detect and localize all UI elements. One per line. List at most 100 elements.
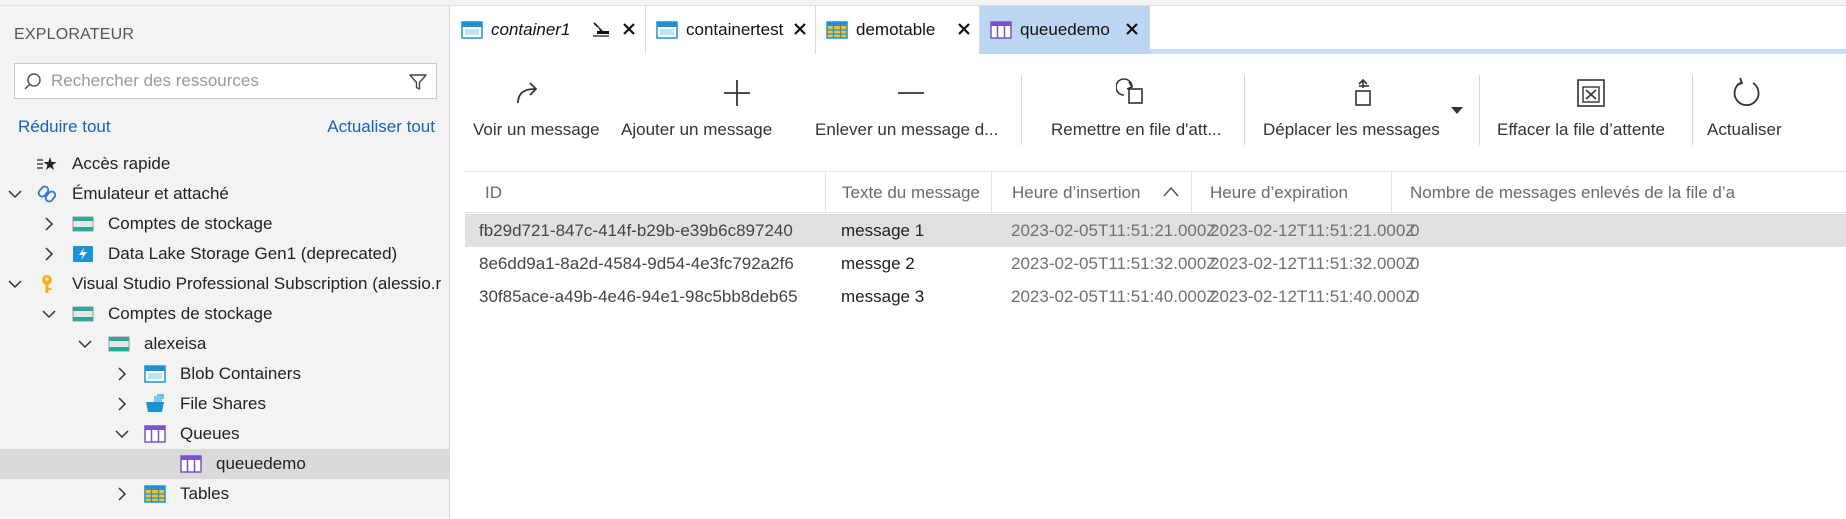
- chevron-down-icon[interactable]: [113, 425, 131, 443]
- tab-label: container1: [491, 20, 571, 39]
- chevron-right-icon[interactable]: [113, 485, 131, 503]
- tree-item-queues[interactable]: Queues: [0, 419, 449, 449]
- resource-search[interactable]: [14, 63, 437, 99]
- tree-item-storage-accounts[interactable]: Comptes de stockage: [0, 209, 449, 239]
- chevron-down-icon[interactable]: [6, 275, 24, 293]
- column-header-insertion-time[interactable]: Heure d’insertion: [992, 172, 1192, 213]
- tree-item-subscription[interactable]: Visual Studio Professional Subscription …: [0, 269, 449, 299]
- chevron-right-icon[interactable]: [113, 395, 131, 413]
- tree-item-emulator-attached[interactable]: Émulateur et attaché: [0, 179, 449, 209]
- clear-queue-button[interactable]: Effacer la file d’attente: [1497, 59, 1677, 157]
- table-icon: [826, 21, 848, 39]
- toolbar-separator: [1479, 75, 1480, 145]
- chevron-right-icon[interactable]: [40, 215, 58, 233]
- button-label: Actualiser: [1707, 120, 1782, 139]
- tree-item-label: Queues: [180, 424, 240, 443]
- column-label: Heure d’insertion: [1012, 183, 1141, 202]
- tree-item-label: Comptes de stockage: [108, 304, 273, 323]
- add-message-button[interactable]: Ajouter un message: [621, 59, 791, 157]
- search-input[interactable]: [51, 70, 391, 92]
- cell-id: fb29d721-847c-414f-b29b-e39b6c897240: [479, 221, 793, 240]
- tree-item-file-shares[interactable]: File Shares: [0, 389, 449, 419]
- column-header-id[interactable]: ID: [465, 172, 826, 213]
- pin-icon[interactable]: [591, 21, 611, 39]
- tree-item-account-alexeisa[interactable]: alexeisa: [0, 329, 449, 359]
- tree-item-label: File Shares: [180, 394, 266, 413]
- tab-demotable[interactable]: demotable: [816, 6, 980, 54]
- tree-item-label: Tables: [180, 484, 230, 503]
- collapse-all-link[interactable]: Réduire tout: [18, 117, 111, 137]
- tree-item-label: queuedemo: [216, 454, 306, 473]
- dropdown-arrow-icon[interactable]: [1451, 107, 1463, 115]
- table-row[interactable]: 8e6dd9a1-8a2d-4584-9d54-4e3fc792a2f6 mes…: [465, 247, 1846, 280]
- column-label: ID: [485, 183, 502, 202]
- refresh-button[interactable]: Actualiser: [1707, 59, 1807, 157]
- minus-icon: [898, 92, 924, 94]
- cell-dequeue-count: 0: [1410, 254, 1420, 273]
- quick-access-icon: [37, 157, 57, 170]
- cell-expiration-time: 2023-02-12T11:51:21.000Z: [1210, 221, 1416, 240]
- key-icon: [42, 275, 52, 293]
- chevron-right-icon[interactable]: [113, 365, 131, 383]
- move-messages-button[interactable]: Déplacer les messages: [1263, 59, 1463, 157]
- storage-accounts-icon: [72, 306, 94, 322]
- button-label: Ajouter un message: [621, 120, 773, 139]
- tree-item-tables[interactable]: Tables: [0, 479, 449, 509]
- tree-item-storage-accounts[interactable]: Comptes de stockage: [0, 299, 449, 329]
- chevron-down-icon[interactable]: [6, 185, 24, 203]
- tab-queuedemo[interactable]: queuedemo: [980, 6, 1150, 54]
- tree-item-label: Comptes de stockage: [108, 214, 273, 233]
- tree-item-blob-containers[interactable]: Blob Containers: [0, 359, 449, 389]
- chevron-down-icon[interactable]: [76, 335, 94, 353]
- move-icon: [1355, 78, 1371, 106]
- refresh-icon: [1733, 77, 1760, 107]
- blob-container-icon: [461, 21, 483, 39]
- queue-toolbar: Voir un message Ajouter un message Enlev…: [451, 59, 1846, 157]
- filter-icon[interactable]: [408, 72, 428, 92]
- tab-label: demotable: [856, 20, 936, 39]
- share-arrow-icon: [517, 82, 538, 104]
- close-icon[interactable]: [956, 21, 972, 37]
- tree-item-label: alexeisa: [144, 334, 207, 353]
- cell-dequeue-count: 0: [1410, 221, 1420, 240]
- column-label: Texte du message: [842, 183, 980, 202]
- blob-container-icon: [656, 21, 678, 39]
- tab-label: containertest: [686, 20, 784, 39]
- close-icon[interactable]: [1124, 21, 1140, 37]
- view-message-button[interactable]: Voir un message: [451, 59, 601, 157]
- cell-message-text: messge 2: [841, 254, 915, 273]
- tree-item-label: Visual Studio Professional Subscription …: [72, 274, 442, 293]
- button-label: Voir un message: [473, 120, 600, 139]
- cell-id: 30f85ace-a49b-4e46-94e1-98c5bb8deb65: [479, 287, 798, 306]
- chevron-right-icon[interactable]: [40, 245, 58, 263]
- column-header-dequeue-count[interactable]: Nombre de messages enlevés de la file d’…: [1392, 172, 1846, 213]
- tree-item-label: Accès rapide: [72, 154, 171, 173]
- cell-expiration-time: 2023-02-12T11:51:40.000Z: [1210, 287, 1416, 306]
- remove-message-button[interactable]: Enlever un message d...: [815, 59, 998, 157]
- refresh-all-link[interactable]: Actualiser tout: [327, 117, 435, 137]
- storage-explorer-window: EXPLORATEUR Réduire tout Actualiser tout…: [0, 0, 1846, 519]
- tree-item-quick-access[interactable]: Accès rapide: [0, 149, 449, 179]
- tab-container1[interactable]: container1: [451, 6, 646, 54]
- close-icon[interactable]: [792, 21, 808, 37]
- queue-icon: [180, 455, 202, 473]
- column-header-expiration-time[interactable]: Heure d’expiration: [1192, 172, 1392, 213]
- plus-icon: [724, 80, 750, 106]
- queues-icon: [144, 425, 166, 443]
- data-lake-icon: [73, 246, 93, 262]
- column-header-message-text[interactable]: Texte du message: [826, 172, 992, 213]
- sort-ascending-icon[interactable]: [1162, 185, 1180, 199]
- blob-containers-icon: [144, 365, 166, 383]
- tree-item-data-lake[interactable]: Data Lake Storage Gen1 (deprecated): [0, 239, 449, 269]
- close-icon[interactable]: [621, 21, 637, 37]
- table-header: ID Texte du message Heure d’insertion He…: [465, 171, 1846, 213]
- chevron-down-icon[interactable]: [40, 305, 58, 323]
- tab-containertest[interactable]: containertest: [646, 6, 816, 54]
- table-row[interactable]: 30f85ace-a49b-4e46-94e1-98c5bb8deb65 mes…: [465, 280, 1846, 313]
- requeue-button[interactable]: Remettre en file d'att...: [1041, 59, 1231, 157]
- cell-id: 8e6dd9a1-8a2d-4584-9d54-4e3fc792a2f6: [479, 254, 794, 273]
- tree-item-queuedemo[interactable]: queuedemo: [0, 449, 449, 479]
- table-row[interactable]: fb29d721-847c-414f-b29b-e39b6c897240 mes…: [465, 214, 1846, 247]
- editor-tab-bar: container1 containertest demotable queue…: [451, 6, 1846, 54]
- tree-item-label: Émulateur et attaché: [72, 184, 229, 203]
